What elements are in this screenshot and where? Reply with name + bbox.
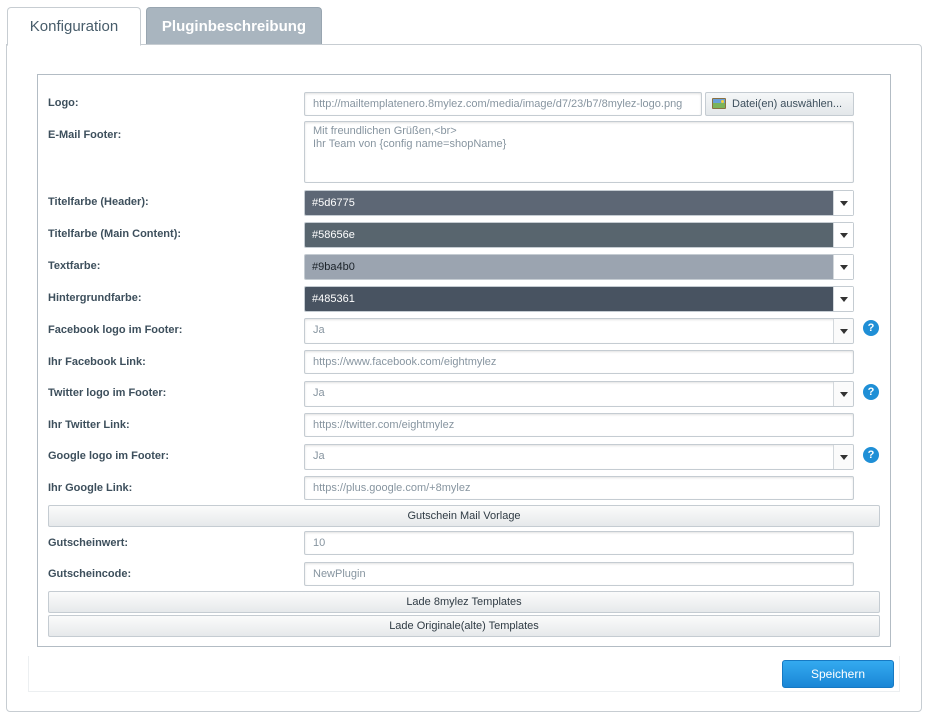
voucher-code-label: Gutscheincode: xyxy=(48,568,132,580)
help-icon[interactable]: ? xyxy=(863,320,879,336)
google-logo-value: Ja xyxy=(313,450,325,462)
facebook-link-label: Ihr Facebook Link: xyxy=(48,356,146,368)
help-icon[interactable]: ? xyxy=(863,384,879,400)
bg-color-picker[interactable]: #485361 xyxy=(304,286,854,312)
google-link-input[interactable]: https://plus.google.com/+8mylez xyxy=(304,476,854,500)
google-logo-select[interactable]: Ja xyxy=(304,444,854,470)
bg-color-value: #485361 xyxy=(312,293,355,305)
voucher-code-input[interactable]: NewPlugin xyxy=(304,562,854,586)
twitter-link-input[interactable]: https://twitter.com/eightmylez xyxy=(304,413,854,437)
select-files-button[interactable]: Datei(en) auswählen... xyxy=(705,92,854,116)
title-color-value: #5d6775 xyxy=(312,197,355,209)
voucher-value-label: Gutscheinwert: xyxy=(48,537,129,549)
chevron-down-icon[interactable] xyxy=(833,445,853,469)
chevron-down-icon[interactable] xyxy=(833,255,853,279)
load-original-templates-button[interactable]: Lade Originale(alte) Templates xyxy=(48,615,880,637)
logo-label: Logo: xyxy=(48,97,79,109)
title-color-label: Titelfarbe (Header): xyxy=(48,196,149,208)
email-footer-line-2: Ihr Team von {config name=shopName} xyxy=(313,138,507,150)
main-color-value: #58656e xyxy=(312,229,355,241)
main-color-picker[interactable]: #58656e xyxy=(304,222,854,248)
twitter-logo-label: Twitter logo im Footer: xyxy=(48,387,167,399)
save-toolbar xyxy=(28,656,900,692)
chevron-down-icon[interactable] xyxy=(833,287,853,311)
save-button[interactable]: Speichern xyxy=(782,660,894,688)
facebook-logo-value: Ja xyxy=(313,324,325,336)
chevron-down-icon[interactable] xyxy=(833,191,853,215)
email-footer-label: E-Mail Footer: xyxy=(48,129,122,141)
tab-konfiguration[interactable]: Konfiguration xyxy=(7,7,141,46)
twitter-logo-value: Ja xyxy=(313,387,325,399)
twitter-logo-select[interactable]: Ja xyxy=(304,381,854,407)
facebook-logo-select[interactable]: Ja xyxy=(304,318,854,344)
image-file-icon xyxy=(712,98,726,109)
text-color-value: #9ba4b0 xyxy=(312,261,355,273)
logo-input[interactable]: http://mailtemplatenero.8mylez.com/media… xyxy=(304,92,702,116)
email-footer-line-1: Mit freundlichen Grüßen,<br> xyxy=(313,125,457,137)
chevron-down-icon[interactable] xyxy=(833,223,853,247)
facebook-link-input[interactable]: https://www.facebook.com/eightmylez xyxy=(304,350,854,374)
facebook-logo-label: Facebook logo im Footer: xyxy=(48,324,183,336)
title-color-picker[interactable]: #5d6775 xyxy=(304,190,854,216)
google-link-label: Ihr Google Link: xyxy=(48,482,133,494)
main-color-label: Titelfarbe (Main Content): xyxy=(48,228,182,240)
voucher-template-button[interactable]: Gutschein Mail Vorlage xyxy=(48,505,880,527)
tab-pluginbeschreibung[interactable]: Pluginbeschreibung xyxy=(146,7,322,45)
text-color-picker[interactable]: #9ba4b0 xyxy=(304,254,854,280)
chevron-down-icon[interactable] xyxy=(833,382,853,406)
text-color-label: Textfarbe: xyxy=(48,260,101,272)
voucher-value-input[interactable]: 10 xyxy=(304,531,854,555)
twitter-link-label: Ihr Twitter Link: xyxy=(48,419,130,431)
bg-color-label: Hintergrundfarbe: xyxy=(48,292,142,304)
select-files-label: Datei(en) auswählen... xyxy=(732,98,843,110)
chevron-down-icon[interactable] xyxy=(833,319,853,343)
email-footer-textarea[interactable]: Mit freundlichen Grüßen,<br> Ihr Team vo… xyxy=(304,121,854,183)
help-icon[interactable]: ? xyxy=(863,447,879,463)
load-8mylez-templates-button[interactable]: Lade 8mylez Templates xyxy=(48,591,880,613)
google-logo-label: Google logo im Footer: xyxy=(48,450,169,462)
